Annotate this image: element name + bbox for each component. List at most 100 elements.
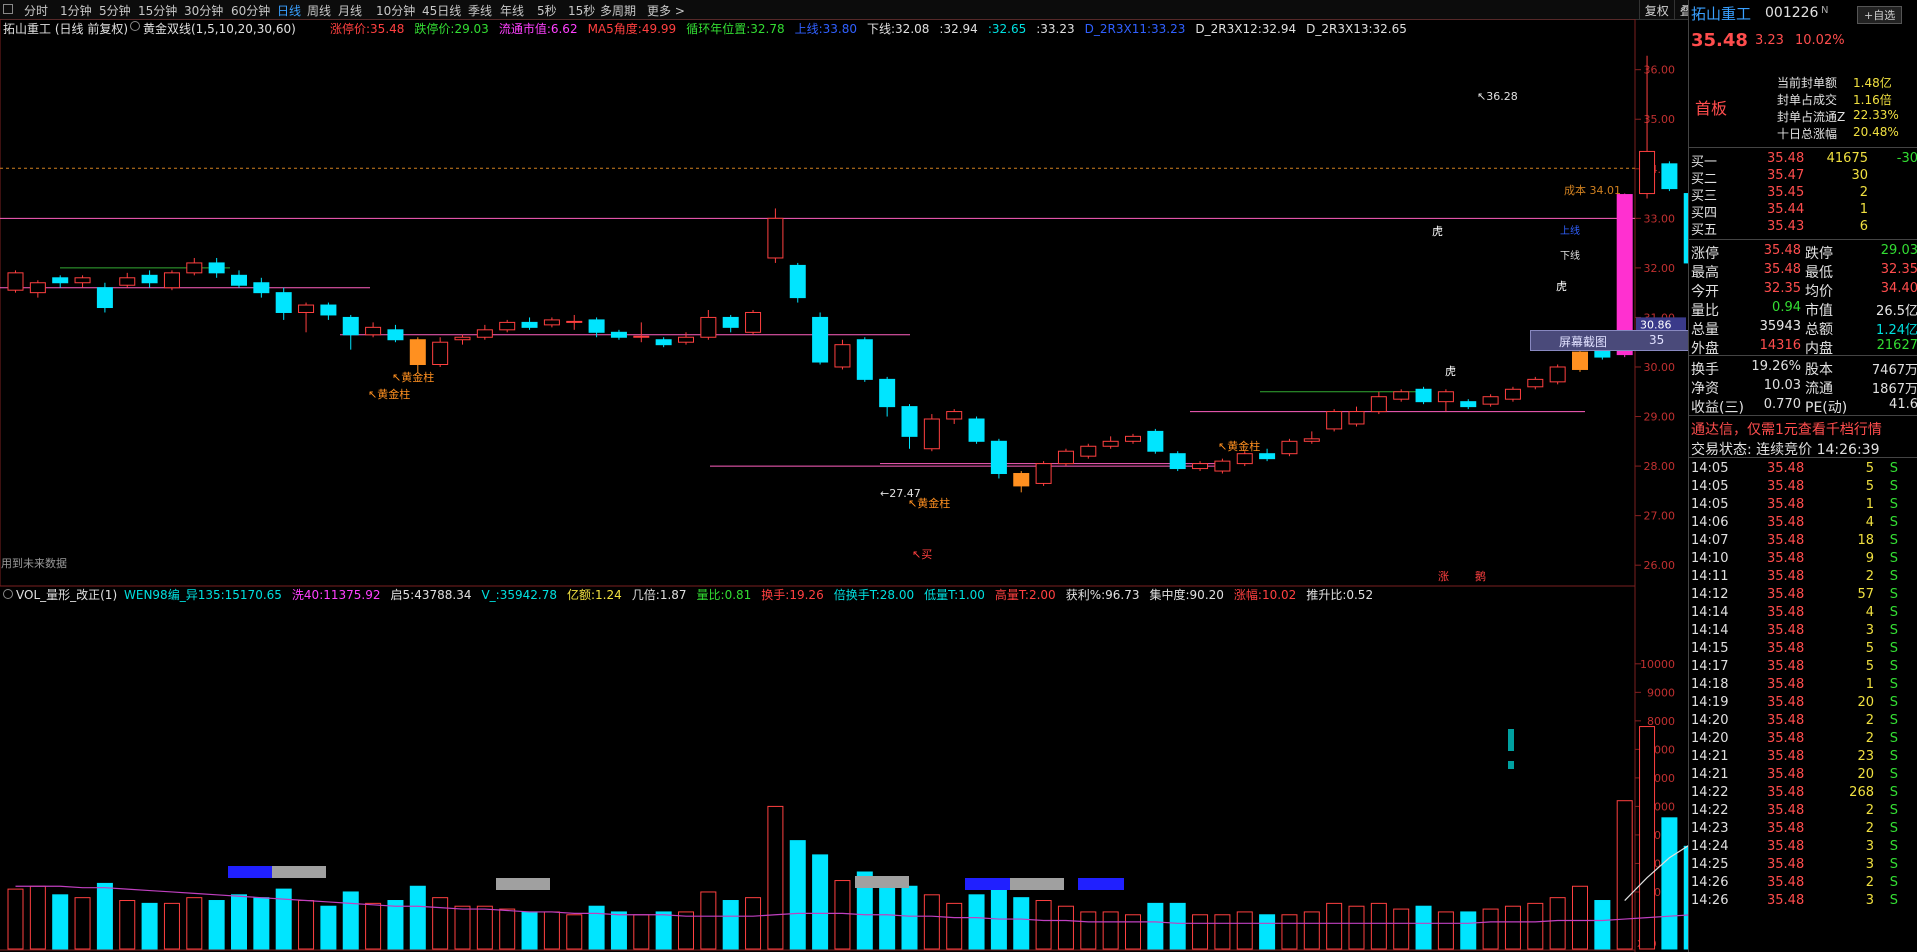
tick-row[interactable]: 14:21 35.48 20 S — [1689, 767, 1917, 785]
tick-row[interactable]: 14:11 35.48 2 S — [1689, 569, 1917, 587]
screenshot-number: 35 — [1649, 333, 1665, 347]
volume-bar — [812, 854, 829, 950]
tick-row[interactable]: 14:10 35.48 9 S — [1689, 551, 1917, 569]
volume-bar — [1192, 914, 1209, 950]
tick-volume: 4 — [1865, 605, 1874, 620]
tick-volume: 5 — [1865, 461, 1874, 476]
volume-bar — [29, 885, 46, 950]
candle-body — [901, 406, 918, 437]
stat-row: 最高 35.48 最低 32.35 — [1689, 262, 1917, 281]
tick-row[interactable]: 14:20 35.48 2 S — [1689, 731, 1917, 749]
period-tab[interactable]: 45日线 — [422, 2, 461, 19]
stat-label: 股本 — [1805, 362, 1833, 378]
stat-value: 35943 — [1759, 319, 1801, 334]
tick-row[interactable]: 14:15 35.48 5 S — [1689, 641, 1917, 659]
bid-row[interactable]: 买三 35.45 2 — [1689, 185, 1917, 204]
tick-row[interactable]: 14:05 35.48 1 S — [1689, 497, 1917, 515]
tick-volume: 2 — [1865, 713, 1874, 728]
tick-row[interactable]: 14:20 35.48 2 S — [1689, 713, 1917, 731]
candle-body — [1102, 440, 1119, 447]
tick-time: 14:07 — [1691, 533, 1729, 548]
volume-bar — [1303, 911, 1320, 950]
tick-time: 14:20 — [1691, 713, 1729, 728]
bid-row[interactable]: 买一 35.48 41675 -30 — [1689, 151, 1917, 170]
period-tab[interactable]: 15秒 — [568, 2, 595, 19]
tick-row[interactable]: 14:19 35.48 20 S — [1689, 695, 1917, 713]
tick-row[interactable]: 14:17 35.48 5 S — [1689, 659, 1917, 677]
tick-row[interactable]: 14:22 35.48 268 S — [1689, 785, 1917, 803]
tick-row[interactable]: 14:05 35.48 5 S — [1689, 479, 1917, 497]
menu-item[interactable]: 复权 — [1638, 0, 1674, 19]
seal-row: 封单占流通Z 22.33% — [1689, 108, 1917, 126]
period-tab[interactable]: 5分钟 — [99, 2, 131, 19]
bid-row[interactable]: 买五 35.43 6 — [1689, 219, 1917, 238]
golden-pillar-label: ↖黄金柱 — [392, 370, 434, 384]
tick-volume: 3 — [1865, 857, 1874, 872]
volume-settings-icon[interactable] — [3, 589, 13, 599]
tick-volume: 5 — [1865, 479, 1874, 494]
volume-bar — [275, 888, 292, 950]
indicator-label: 高量T: — [994, 588, 1029, 602]
tick-row[interactable]: 14:07 35.48 18 S — [1689, 533, 1917, 551]
indicator-value: 0.52 — [1346, 588, 1374, 602]
candle-body — [610, 331, 627, 338]
period-tab[interactable]: 季线 — [468, 2, 492, 19]
period-tab[interactable]: 年线 — [500, 2, 524, 19]
period-tab[interactable]: 10分钟 — [376, 2, 415, 19]
tick-row[interactable]: 14:26 35.48 3 S — [1689, 893, 1917, 911]
stat-label: 今开 — [1691, 284, 1719, 300]
candle-body — [834, 344, 851, 368]
tick-row[interactable]: 14:25 35.48 3 S — [1689, 857, 1917, 875]
tick-row[interactable]: 14:23 35.48 2 S — [1689, 821, 1917, 839]
volume-indicator-name[interactable]: VOL_量形_改正(1) — [16, 586, 117, 603]
volume-marker-block — [496, 878, 550, 890]
period-tab[interactable]: 5秒 — [537, 2, 557, 19]
golden-pillar-label: ↖黄金柱 — [1218, 439, 1260, 453]
indicator-label: 换手: — [761, 588, 790, 602]
tick-row[interactable]: 14:26 35.48 2 S — [1689, 875, 1917, 893]
tick-volume: 2 — [1865, 569, 1874, 584]
tick-row[interactable]: 14:05 35.48 5 S — [1689, 461, 1917, 479]
tick-side: S — [1889, 461, 1898, 476]
period-tab[interactable]: 更多 > — [647, 2, 685, 19]
period-tab[interactable]: 60分钟 — [231, 2, 270, 19]
volume-bar — [119, 900, 136, 950]
period-tab[interactable]: 月线 — [338, 2, 362, 19]
extra-label: 鹅 — [1475, 569, 1486, 583]
period-tab[interactable]: 15分钟 — [138, 2, 177, 19]
tick-row[interactable]: 14:24 35.48 3 S — [1689, 839, 1917, 857]
candle-body — [1504, 388, 1521, 400]
tick-row[interactable]: 14:06 35.48 4 S — [1689, 515, 1917, 533]
period-tab[interactable]: 多周期 — [600, 2, 636, 19]
golden-pillar-label: ↖黄金柱 — [368, 387, 410, 401]
period-tab[interactable]: 1分钟 — [60, 2, 92, 19]
indicator-label: V_: — [481, 588, 500, 602]
tick-row[interactable]: 14:22 35.48 2 S — [1689, 803, 1917, 821]
bid-row[interactable]: 买二 35.47 30 — [1689, 168, 1917, 187]
candle-body — [1370, 396, 1387, 413]
candle-body — [588, 319, 605, 333]
period-tab[interactable]: 周线 — [307, 2, 331, 19]
volume-bar — [96, 882, 113, 950]
add-watchlist-button[interactable]: +自选 — [1857, 6, 1903, 24]
tick-price: 35.48 — [1767, 893, 1805, 908]
stat-label: 净资 — [1691, 381, 1719, 397]
period-toolbar: 分时 1分钟 5分钟 15分钟 30分钟 60分钟 日线 周线 月线 10分钟 45日线 季线 年线 5秒… — [0, 0, 1917, 20]
kline-chart[interactable]: 36.0035.0034.0033.0032.0031.0030.0029.00… — [0, 19, 1688, 952]
stat-label: PE(动) — [1805, 400, 1848, 416]
tick-row[interactable]: 14:21 35.48 23 S — [1689, 749, 1917, 767]
tick-row[interactable]: 14:12 35.48 57 S — [1689, 587, 1917, 605]
collapse-icon[interactable] — [3, 4, 13, 14]
screenshot-button[interactable]: 屏幕截图 35 — [1530, 330, 1689, 351]
period-tab[interactable]: 分时 — [24, 2, 48, 19]
volume-bar — [1236, 911, 1253, 950]
bid-row[interactable]: 买四 35.44 1 — [1689, 202, 1917, 221]
promo-text[interactable]: 通达信，仅需1元查看千档行情 — [1689, 419, 1917, 438]
tick-row[interactable]: 14:14 35.48 4 S — [1689, 605, 1917, 623]
tick-row[interactable]: 14:18 35.48 1 S — [1689, 677, 1917, 695]
tick-row[interactable]: 14:14 35.48 3 S — [1689, 623, 1917, 641]
volume-bar — [1102, 911, 1119, 950]
candle-body — [521, 321, 538, 328]
period-tab[interactable]: 日线 — [277, 2, 301, 19]
period-tab[interactable]: 30分钟 — [184, 2, 223, 19]
